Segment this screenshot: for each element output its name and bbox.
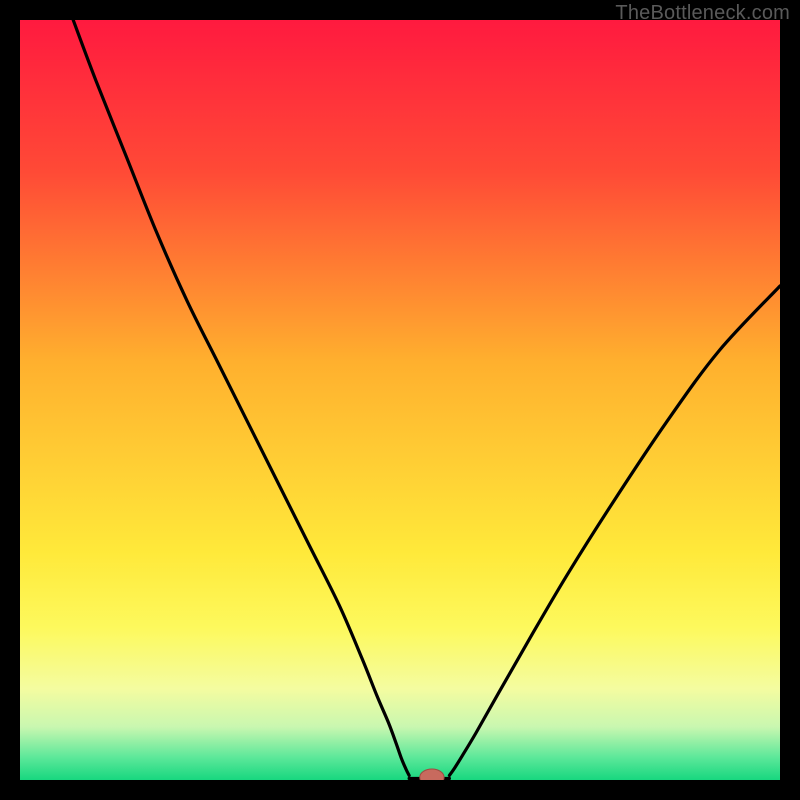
plot-area [20, 20, 780, 780]
gradient-background [20, 20, 780, 780]
bottleneck-chart [20, 20, 780, 780]
chart-frame: TheBottleneck.com [0, 0, 800, 800]
